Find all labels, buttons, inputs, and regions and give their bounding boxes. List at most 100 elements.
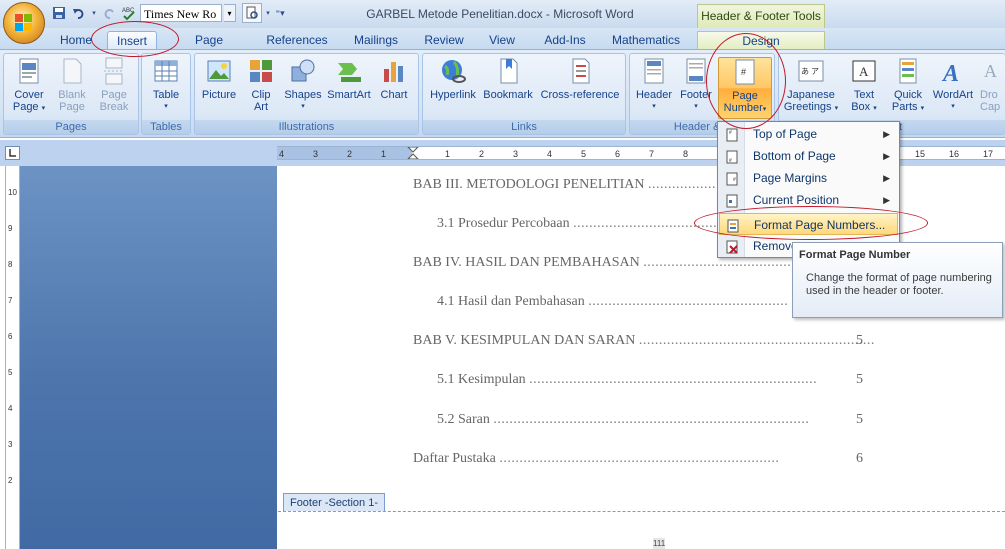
page-break-label-1: Page [101, 89, 127, 101]
print-preview-icon[interactable] [242, 3, 262, 23]
ruler-tick: 8 [683, 149, 689, 159]
redo-icon[interactable] [100, 4, 118, 22]
font-dropdown-icon[interactable]: ▾ [224, 4, 236, 22]
clip-art-label-2: Art [253, 101, 269, 113]
menu-item-page-margins[interactable]: # Page Margins ▶ [719, 167, 898, 189]
menu-item-format-page-numbers[interactable]: Format Page Numbers... [719, 213, 898, 235]
hyperlink-label: Hyperlink [430, 89, 476, 101]
picture-label: Picture [201, 89, 237, 101]
menu-item-bottom-of-page[interactable]: # Bottom of Page ▶ [719, 145, 898, 167]
toc-entry[interactable]: 5.2 Saran ..............................… [437, 412, 863, 428]
smartart-button[interactable]: SmartArt [325, 57, 373, 119]
tab-view[interactable]: View [484, 31, 520, 49]
header-icon [640, 57, 668, 85]
ruler-tick: 5 [581, 149, 587, 159]
top-of-page-icon: # [725, 127, 739, 142]
toc-text: BAB IV. HASIL DAN PEMBAHASAN [413, 255, 640, 270]
undo-icon[interactable] [70, 4, 88, 22]
drop-cap-button[interactable]: A Dro Cap [980, 57, 1005, 119]
tab-insert[interactable]: Insert [107, 31, 157, 49]
tab-home[interactable]: Home [57, 31, 95, 49]
tab-mailings[interactable]: Mailings [348, 31, 404, 49]
tab-design[interactable]: Design [697, 31, 825, 49]
toc-entry[interactable]: 3.1 Prosedur Percobaan .................… [437, 216, 745, 232]
footer-button[interactable]: Footer ▾ [675, 57, 717, 119]
save-icon[interactable] [50, 4, 68, 22]
picture-button[interactable]: Picture [199, 57, 239, 119]
menu-item-label: Current Position [753, 193, 840, 207]
toc-text: 5.1 Kesimpulan [437, 372, 526, 387]
blank-page-button[interactable]: Blank Page [52, 57, 92, 119]
format-page-numbers-icon [726, 218, 740, 233]
vertical-ruler[interactable]: 10 9 8 7 6 5 4 3 2 [5, 166, 20, 549]
toc-entry[interactable]: BAB III. METODOLOGI PENELITIAN .........… [413, 177, 716, 193]
hyperlink-button[interactable]: Hyperlink [427, 57, 479, 119]
tab-add-ins[interactable]: Add-Ins [538, 31, 592, 49]
page-number-menu: # Top of Page ▶ # Bottom of Page ▶ # Pag… [717, 121, 900, 258]
tab-page-layout[interactable]: Page Layout [176, 31, 242, 65]
spelling-icon[interactable]: ABC [120, 4, 138, 22]
font-name-field[interactable]: Times New Ro [140, 4, 222, 22]
page-number-field[interactable]: 111 [653, 538, 665, 549]
ruler-tick: 2 [479, 149, 485, 159]
group-pages: Cover Page ▾ Blank Page Page Break Pages [3, 53, 139, 135]
toc-entry[interactable]: 4.1 Hasil dan Pembahasan ...............… [437, 294, 788, 310]
japanese-greetings-button[interactable]: あア Japanese Greetings ▾ [782, 57, 840, 119]
ruler-tick: 2 [347, 149, 353, 159]
bookmark-button[interactable]: Bookmark [481, 57, 535, 119]
ruler-tick: 17 [983, 149, 994, 159]
table-button[interactable]: Table ▾ [145, 57, 187, 119]
clip-art-button[interactable]: Clip Art [243, 57, 279, 119]
drop-cap-icon: A [982, 57, 1005, 85]
bookmark-label: Bookmark [483, 89, 533, 101]
tooltip-title: Format Page Number [799, 249, 911, 261]
tab-references[interactable]: References [264, 31, 330, 49]
menu-item-current-position[interactable]: Current Position ▶ [719, 189, 898, 211]
toc-page-number: 6 [856, 451, 863, 466]
tab-review[interactable]: Review [421, 31, 467, 49]
shapes-icon [289, 57, 317, 85]
customize-icon[interactable]: ⁼▾ [274, 4, 286, 22]
tab-selector-icon[interactable] [5, 146, 20, 160]
indent-marker-icon[interactable] [407, 147, 419, 159]
toc-entry[interactable]: Daftar Pustaka .........................… [413, 451, 863, 467]
header-label: Header [635, 89, 673, 101]
page-number-button[interactable]: # Page Number▾ [718, 57, 772, 119]
office-button[interactable] [3, 2, 45, 44]
cover-page-button[interactable]: Cover Page ▾ [8, 57, 50, 119]
group-label-illustrations: Illustrations [195, 120, 418, 134]
quick-parts-button[interactable]: Quick Parts ▾ [888, 57, 928, 119]
smartart-label: SmartArt [327, 89, 371, 101]
ruler-tick: 3 [513, 149, 519, 159]
menu-item-label: Bottom of Page [753, 149, 836, 163]
undo-dropdown-icon[interactable]: ▾ [90, 4, 98, 22]
text-box-button[interactable]: A Text Box ▾ [844, 57, 884, 119]
header-footer-tools-label: Header & Footer Tools [697, 4, 825, 28]
print-preview-dropdown-icon[interactable]: ▾ [264, 4, 272, 22]
text-box-label-1: Text [853, 89, 875, 101]
cover-page-label-2: Page [12, 101, 39, 113]
chart-button[interactable]: Chart [375, 57, 413, 119]
remove-page-numbers-icon [725, 239, 739, 254]
blank-page-icon [58, 57, 86, 85]
tab-mathematics[interactable]: Mathematics [608, 31, 684, 49]
footer-section-label[interactable]: Footer -Section 1- [283, 493, 385, 511]
svg-text:#: # [733, 177, 736, 183]
cover-page-label-1: Cover [14, 89, 44, 101]
svg-text:#: # [729, 158, 732, 164]
wordart-button[interactable]: A WordArt ▾ [930, 57, 976, 119]
picture-icon [205, 57, 233, 85]
quick-access-toolbar: ▾ ABC Times New Ro ▾ ▾ ⁼▾ [48, 3, 286, 23]
shapes-button[interactable]: Shapes ▾ [283, 57, 323, 119]
group-label-pages: Pages [4, 120, 138, 134]
header-button[interactable]: Header ▾ [633, 57, 675, 119]
ruler-tick: 1 [445, 149, 451, 159]
ruler-tick: 7 [649, 149, 655, 159]
menu-item-top-of-page[interactable]: # Top of Page ▶ [719, 123, 898, 145]
toc-entry[interactable]: BAB V. KESIMPULAN DAN SARAN ............… [413, 333, 874, 349]
page-break-button[interactable]: Page Break [94, 57, 134, 119]
toc-entry[interactable]: 5.1 Kesimpulan .........................… [437, 372, 863, 388]
office-logo-icon [15, 14, 33, 32]
tooltip: Format Page Number Change the format of … [792, 242, 1003, 318]
cross-reference-button[interactable]: Cross-reference [537, 57, 623, 119]
